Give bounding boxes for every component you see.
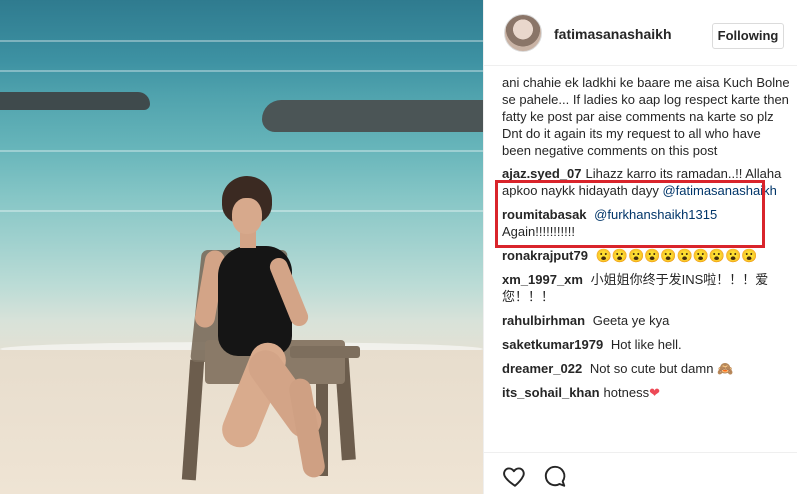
comment-username[interactable]: ajaz.syed_07 bbox=[502, 166, 582, 181]
chair-arm bbox=[290, 346, 360, 358]
comment-username[interactable]: saketkumar1979 bbox=[502, 337, 603, 352]
comment-item: ronakrajput79 😮😮😮😮😮😮😮😮😮😮 bbox=[502, 247, 790, 264]
comment-bubble-icon[interactable] bbox=[542, 463, 568, 489]
comment-item: xm_1997_xm 小姐姐你终于发INS啦！！！爱您！！！ bbox=[502, 271, 790, 305]
comment-item: dreamer_022 Not so cute but damn 🙈 bbox=[502, 360, 790, 377]
comment-item: rahulbirhman Geeta ye kya bbox=[502, 312, 790, 329]
caption-text: ani chahie ek ladkhi ke baare me aisa Ku… bbox=[502, 75, 790, 158]
rocks bbox=[262, 100, 483, 132]
comment-text: Not so cute but damn 🙈 bbox=[589, 361, 734, 376]
comment-username[interactable]: rahulbirhman bbox=[502, 313, 585, 328]
following-button[interactable]: Following bbox=[712, 23, 784, 49]
post-actions bbox=[484, 452, 797, 494]
comment-text: Geeta ye kya bbox=[592, 313, 670, 328]
red-heart-emoji: ❤ bbox=[649, 385, 660, 400]
comment-username[interactable]: dreamer_022 bbox=[502, 361, 582, 376]
avatar[interactable] bbox=[504, 14, 542, 52]
rocks bbox=[0, 92, 150, 110]
sea-wave bbox=[0, 70, 483, 72]
comment-text: 😮😮😮😮😮😮😮😮😮😮 bbox=[595, 248, 758, 263]
post-header: fatimasanashaikh Following bbox=[484, 0, 797, 66]
comment-item: its_sohail_khan hotness❤ bbox=[502, 384, 790, 401]
comment-username[interactable]: ronakrajput79 bbox=[502, 248, 588, 263]
sea-wave bbox=[0, 40, 483, 42]
sea-wave bbox=[0, 150, 483, 152]
comment-text: Hot like hell. bbox=[610, 337, 682, 352]
comment-username[interactable]: its_sohail_khan bbox=[502, 385, 600, 400]
post-photo[interactable] bbox=[0, 0, 483, 494]
comment-username[interactable]: xm_1997_xm bbox=[502, 272, 583, 287]
comment-item: saketkumar1979 Hot like hell. bbox=[502, 336, 790, 353]
highlight-box bbox=[495, 180, 765, 248]
post-side-panel: fatimasanashaikh Following ani chahie ek… bbox=[483, 0, 797, 494]
comment-text: hotness bbox=[603, 385, 650, 400]
post-username[interactable]: fatimasanashaikh bbox=[554, 26, 672, 42]
person-face bbox=[232, 198, 262, 234]
heart-icon[interactable] bbox=[502, 463, 528, 489]
